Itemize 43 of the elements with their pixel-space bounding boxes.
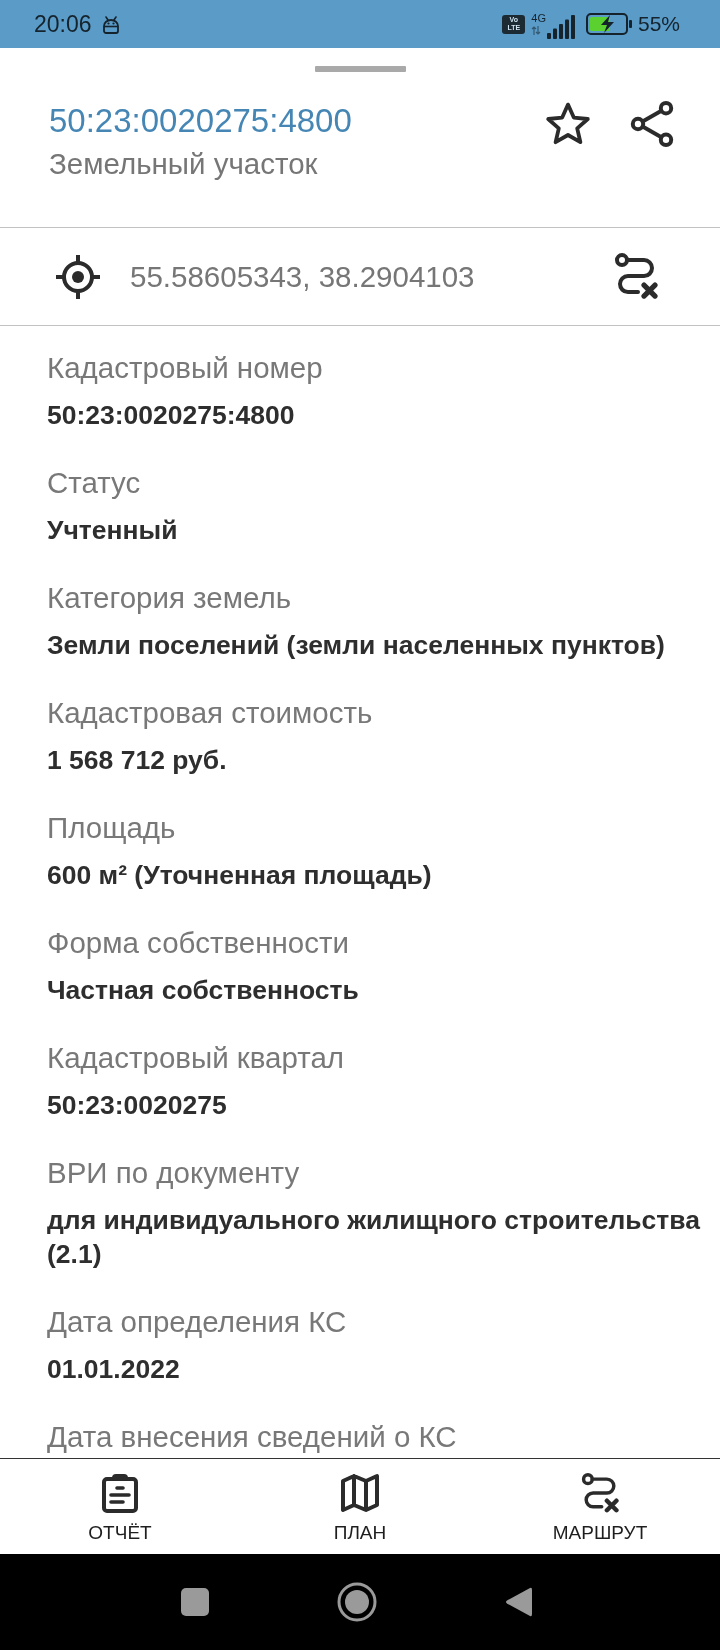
drag-handle[interactable]	[314, 66, 406, 72]
star-icon[interactable]	[544, 101, 592, 147]
route-icon[interactable]	[614, 253, 658, 300]
field-value: 600 м² (Уточненная площадь)	[47, 859, 432, 892]
field-value: 50:23:0020275:4800	[47, 399, 295, 432]
recents-square-icon[interactable]	[180, 1588, 209, 1616]
status-time: 20:06	[34, 10, 92, 38]
field-value: Частная собственность	[47, 974, 359, 1007]
field-value: 1 568 712 руб.	[47, 744, 227, 777]
data-arrows-icon	[531, 26, 542, 35]
coordinates-text: 55.58605343, 38.2904103	[130, 259, 476, 294]
route-icon	[581, 1473, 619, 1513]
map-icon	[340, 1473, 380, 1513]
plan-button[interactable]: ПЛАН	[240, 1459, 480, 1554]
field-label: Площадь	[47, 810, 176, 846]
network-type-label: 4G	[531, 13, 546, 24]
parcel-type: Земельный участок	[49, 147, 318, 181]
field-value: Учтенный	[47, 514, 178, 547]
field-label: Статус	[47, 465, 141, 501]
share-icon[interactable]	[630, 101, 674, 147]
field-label: ВРИ по документу	[47, 1155, 300, 1191]
field-label: Кадастровый номер	[47, 350, 323, 386]
home-icon[interactable]	[336, 1582, 377, 1622]
route-button[interactable]: МАРШРУТ	[480, 1459, 720, 1554]
field-label: Форма собственности	[47, 925, 349, 961]
robot-icon	[101, 14, 120, 34]
field-value: для индивидуального жилищного строительства (2.1)	[47, 1204, 702, 1271]
clipboard-icon	[101, 1473, 139, 1513]
field-label: Дата внесения сведений о КС	[47, 1419, 457, 1455]
report-button[interactable]: ОТЧЁТ	[0, 1459, 240, 1554]
field-value: 50:23:0020275	[47, 1089, 227, 1122]
field-label: Кадастровая стоимость	[47, 695, 373, 731]
signal-icon	[546, 15, 577, 39]
battery-charging-icon	[585, 13, 633, 35]
back-icon[interactable]	[504, 1586, 532, 1618]
parcel-title: 50:23:0020275:4800	[49, 101, 352, 141]
field-value: Земли поселений (земли населенных пунктов)	[47, 629, 665, 662]
field-label: Кадастровый квартал	[47, 1040, 345, 1076]
battery-percent: 55%	[637, 11, 680, 37]
field-label: Категория земель	[47, 580, 291, 616]
field-label: Дата определения КС	[47, 1304, 347, 1340]
field-value: 01.01.2022	[47, 1353, 180, 1386]
crosshair-icon[interactable]	[54, 252, 102, 301]
